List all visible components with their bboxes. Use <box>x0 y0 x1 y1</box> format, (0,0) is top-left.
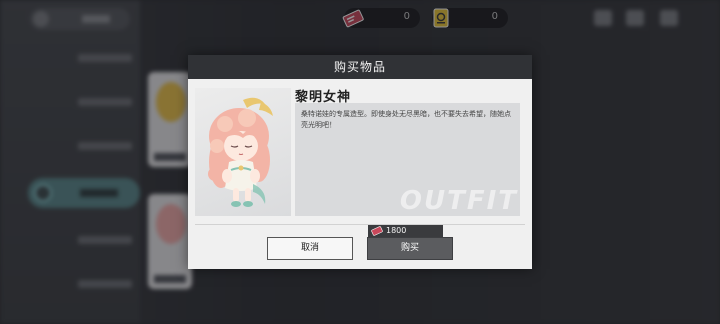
price-value: 1800 <box>386 226 407 235</box>
outfit-portrait <box>195 88 291 216</box>
cancel-button[interactable]: 取消 <box>267 237 353 260</box>
item-description: 桑特诺娃的专属造型。即使身处无尽黑暗，也不要失去希望，随她点亮光明吧！ <box>301 110 511 129</box>
dialog-title: 购买物品 <box>188 55 532 79</box>
red-ticket-icon <box>371 226 383 236</box>
buy-button[interactable]: 购买 <box>367 237 453 260</box>
outfit-watermark: OUTFIT <box>399 186 518 216</box>
price-tag: 1800 <box>368 225 443 237</box>
purchase-dialog: 购买物品 黎明女神 桑特诺娃的专属造型。即使身处无尽黑暗，也不要失去希望，随她点… <box>188 55 532 269</box>
description-box: 桑特诺娃的专属造型。即使身处无尽黑暗，也不要失去希望，随她点亮光明吧！ OUTF… <box>295 103 520 216</box>
chibi-character-illustration <box>208 97 273 207</box>
divider <box>195 224 525 225</box>
